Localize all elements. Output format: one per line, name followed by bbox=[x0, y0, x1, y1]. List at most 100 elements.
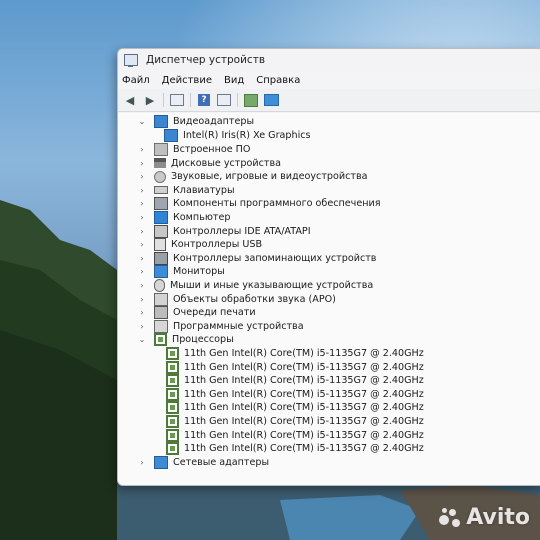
computer-icon bbox=[154, 211, 168, 224]
network-adapter-icon bbox=[154, 456, 168, 469]
toolbar: ◀ ▶ ? bbox=[118, 89, 540, 112]
node-label: Звуковые, игровые и видеоустройства bbox=[171, 171, 368, 183]
chevron-right-icon[interactable]: › bbox=[138, 308, 146, 317]
monitor-icon[interactable] bbox=[263, 93, 279, 107]
title-bar[interactable]: Диспетчер устройств bbox=[118, 49, 540, 71]
toolbar-separator bbox=[163, 93, 164, 107]
display-adapter-icon bbox=[164, 129, 178, 142]
view-icon[interactable] bbox=[216, 93, 232, 107]
menu-file[interactable]: Файл bbox=[122, 75, 150, 86]
chevron-right-icon[interactable]: › bbox=[138, 281, 146, 290]
tree-leaf-cpu[interactable]: 11th Gen Intel(R) Core(TM) i5-1135G7 @ 2… bbox=[166, 387, 424, 401]
tree-node-computer[interactable]: › Компьютер bbox=[138, 211, 231, 224]
chevron-right-icon[interactable]: › bbox=[138, 199, 146, 208]
menu-action[interactable]: Действие bbox=[162, 75, 212, 86]
processor-icon bbox=[166, 415, 179, 428]
chevron-right-icon[interactable]: › bbox=[138, 213, 146, 222]
chevron-right-icon[interactable]: › bbox=[138, 254, 146, 263]
tree-node-video-adapters[interactable]: ⌄ Видеоадаптеры bbox=[138, 115, 254, 128]
node-label: Процессоры bbox=[172, 334, 234, 346]
mouse-icon bbox=[154, 279, 165, 292]
processor-icon bbox=[166, 428, 179, 442]
tree-node-network-adapters[interactable]: › Сетевые адаптеры bbox=[138, 456, 269, 469]
leaf-label: 11th Gen Intel(R) Core(TM) i5-1135G7 @ 2… bbox=[184, 388, 424, 400]
tree-node-processors[interactable]: ⌄ Процессоры bbox=[138, 333, 234, 347]
ide-controller-icon bbox=[154, 224, 168, 238]
leaf-label: Intel(R) Iris(R) Xe Graphics bbox=[183, 130, 311, 141]
avito-text: Avito bbox=[466, 505, 530, 530]
node-label: Сетевые адаптеры bbox=[173, 457, 270, 468]
tree-node-mice[interactable]: › Мыши и иные указывающие устройства bbox=[138, 279, 373, 292]
firmware-icon bbox=[154, 143, 168, 156]
tree-leaf-cpu[interactable]: 11th Gen Intel(R) Core(TM) i5-1135G7 @ 2… bbox=[166, 401, 424, 415]
device-tree[interactable]: ⌄ Видеоадаптеры Intel(R) Iris(R) Xe Grap… bbox=[118, 113, 540, 485]
back-arrow-icon[interactable]: ◀ bbox=[122, 93, 138, 107]
menu-view[interactable]: Вид bbox=[224, 75, 244, 86]
tree-node-print-queues[interactable]: › Очереди печати bbox=[138, 306, 256, 320]
leaf-label: 11th Gen Intel(R) Core(TM) i5-1135G7 @ 2… bbox=[184, 402, 424, 414]
leaf-label: 11th Gen Intel(R) Core(TM) i5-1135G7 @ 2… bbox=[184, 361, 424, 373]
device-manager-window[interactable]: Диспетчер устройств Файл Действие Вид Сп… bbox=[117, 48, 540, 486]
processor-icon bbox=[166, 374, 179, 388]
menu-help[interactable]: Справка bbox=[256, 75, 300, 86]
chevron-right-icon[interactable]: › bbox=[138, 267, 146, 276]
tree-node-software-devices[interactable]: › Программные устройства bbox=[138, 319, 304, 333]
leaf-label: 11th Gen Intel(R) Core(TM) i5-1135G7 @ 2… bbox=[184, 429, 424, 441]
node-label: Встроенное ПО bbox=[173, 144, 251, 155]
leaf-label: 11th Gen Intel(R) Core(TM) i5-1135G7 @ 2… bbox=[184, 375, 424, 387]
tree-leaf-graphics[interactable]: Intel(R) Iris(R) Xe Graphics bbox=[164, 129, 311, 142]
tree-leaf-cpu[interactable]: 11th Gen Intel(R) Core(TM) i5-1135G7 @ 2… bbox=[166, 347, 424, 360]
properties-icon[interactable] bbox=[169, 93, 185, 107]
chevron-right-icon[interactable]: › bbox=[138, 295, 146, 304]
leaf-label: 11th Gen Intel(R) Core(TM) i5-1135G7 @ 2… bbox=[184, 416, 424, 427]
node-label: Контроллеры IDE ATA/ATAPI bbox=[173, 225, 311, 237]
tree-node-firmware[interactable]: › Встроенное ПО bbox=[138, 143, 250, 156]
chevron-right-icon[interactable]: › bbox=[138, 159, 146, 168]
tree-node-audio-processing[interactable]: › Объекты обработки звука (APO) bbox=[138, 292, 336, 306]
processor-icon bbox=[166, 360, 179, 374]
help-icon[interactable]: ? bbox=[196, 93, 212, 107]
tree-node-monitors[interactable]: › Мониторы bbox=[138, 265, 225, 279]
menu-bar: Файл Действие Вид Справка bbox=[118, 71, 540, 89]
printer-icon bbox=[154, 306, 168, 320]
tree-node-software-components[interactable]: › Компоненты программного обеспечения bbox=[138, 197, 381, 211]
node-label: Компоненты программного обеспечения bbox=[173, 198, 381, 210]
speaker-icon bbox=[154, 170, 166, 183]
leaf-label: 11th Gen Intel(R) Core(TM) i5-1135G7 @ 2… bbox=[184, 348, 424, 359]
chevron-down-icon[interactable]: ⌄ bbox=[138, 117, 146, 126]
chevron-right-icon[interactable]: › bbox=[138, 145, 146, 154]
audio-processing-icon bbox=[154, 292, 168, 306]
tree-node-sound-devices[interactable]: › Звуковые, игровые и видеоустройства bbox=[138, 170, 368, 183]
tree-node-ide-controllers[interactable]: › Контроллеры IDE ATA/ATAPI bbox=[138, 224, 311, 238]
node-label: Контроллеры запоминающих устройств bbox=[173, 252, 377, 264]
node-label: Клавиатуры bbox=[173, 184, 235, 196]
forward-arrow-icon[interactable]: ▶ bbox=[142, 93, 158, 107]
processor-icon bbox=[166, 347, 179, 360]
tree-leaf-cpu[interactable]: 11th Gen Intel(R) Core(TM) i5-1135G7 @ 2… bbox=[166, 442, 424, 456]
tree-leaf-cpu[interactable]: 11th Gen Intel(R) Core(TM) i5-1135G7 @ 2… bbox=[166, 415, 424, 428]
chevron-right-icon[interactable]: › bbox=[138, 186, 146, 195]
tree-node-disk-drives[interactable]: › Дисковые устройства bbox=[138, 157, 281, 170]
node-label: Мыши и иные указывающие устройства bbox=[170, 280, 374, 291]
tree-node-keyboards[interactable]: › Клавиатуры bbox=[138, 184, 235, 197]
tree-node-storage-controllers[interactable]: › Контроллеры запоминающих устройств bbox=[138, 251, 377, 265]
chevron-right-icon[interactable]: › bbox=[138, 322, 146, 331]
chevron-right-icon[interactable]: › bbox=[138, 172, 146, 181]
tree-leaf-cpu[interactable]: 11th Gen Intel(R) Core(TM) i5-1135G7 @ 2… bbox=[166, 374, 424, 388]
chevron-down-icon[interactable]: ⌄ bbox=[138, 335, 146, 344]
chevron-right-icon[interactable]: › bbox=[138, 227, 146, 236]
tree-leaf-cpu[interactable]: 11th Gen Intel(R) Core(TM) i5-1135G7 @ 2… bbox=[166, 428, 424, 442]
node-label: Дисковые устройства bbox=[171, 157, 281, 169]
leaf-label: 11th Gen Intel(R) Core(TM) i5-1135G7 @ 2… bbox=[184, 443, 424, 455]
software-device-icon bbox=[154, 319, 168, 333]
avito-watermark: Avito bbox=[439, 505, 530, 530]
storage-controller-icon bbox=[154, 251, 168, 265]
update-driver-icon[interactable] bbox=[243, 93, 259, 107]
toolbar-separator bbox=[237, 93, 238, 107]
tree-leaf-cpu[interactable]: 11th Gen Intel(R) Core(TM) i5-1135G7 @ 2… bbox=[166, 360, 424, 374]
node-label: Мониторы bbox=[173, 266, 225, 278]
chevron-right-icon[interactable]: › bbox=[138, 458, 146, 467]
tree-node-usb-controllers[interactable]: › Контроллеры USB bbox=[138, 238, 262, 252]
chevron-right-icon[interactable]: › bbox=[138, 240, 146, 249]
disk-drive-icon bbox=[154, 158, 166, 169]
